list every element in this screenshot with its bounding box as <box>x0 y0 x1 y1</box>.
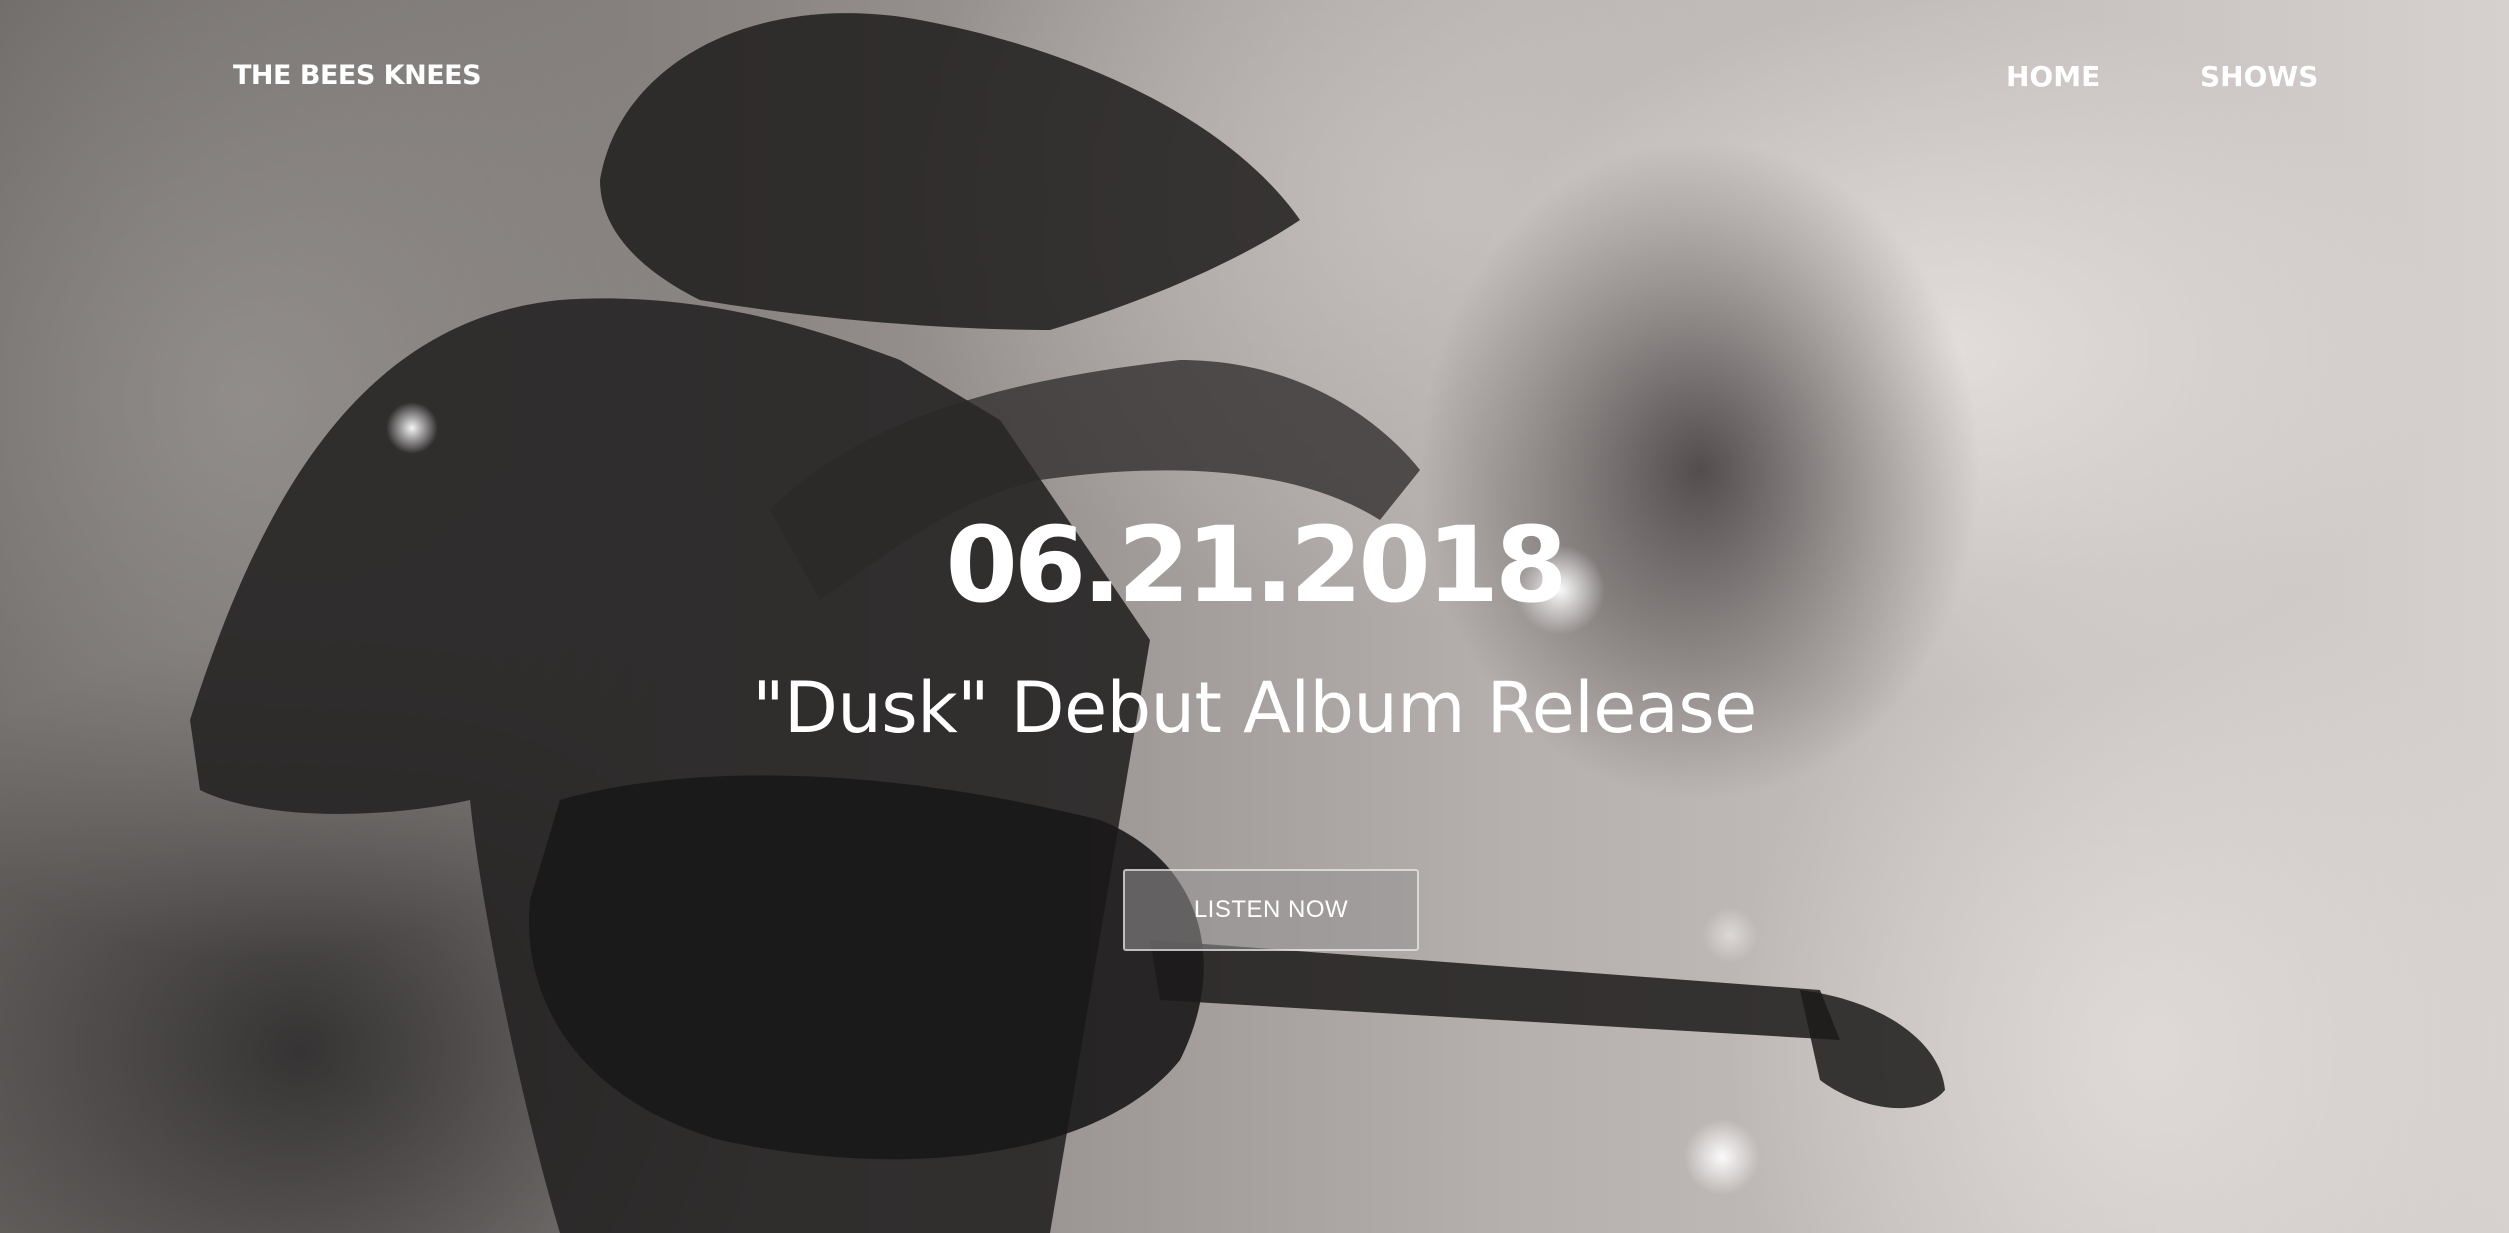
stage-light <box>386 402 438 454</box>
hero-content: 06.21.2018 "Dusk" Debut Album Release <box>0 505 2509 753</box>
listen-now-button[interactable]: LISTEN NOW <box>1123 869 1419 951</box>
top-navigation: THE BEES KNEES HOME SHOWS <box>0 0 2509 160</box>
nav-link-home[interactable]: HOME <box>2006 60 2100 93</box>
stage-light <box>1702 907 1758 963</box>
guitar-headstock <box>1800 990 1945 1109</box>
release-date: 06.21.2018 <box>945 504 1568 626</box>
nav-link-shows[interactable]: SHOWS <box>2200 60 2318 93</box>
hero-section: THE BEES KNEES HOME SHOWS 06.21.2018 "Du… <box>0 0 2509 1233</box>
stage-light <box>1684 1119 1760 1195</box>
brand-logo-link[interactable]: THE BEES KNEES <box>233 60 482 91</box>
hero-subtitle: "Dusk" Debut Album Release <box>752 667 1757 749</box>
